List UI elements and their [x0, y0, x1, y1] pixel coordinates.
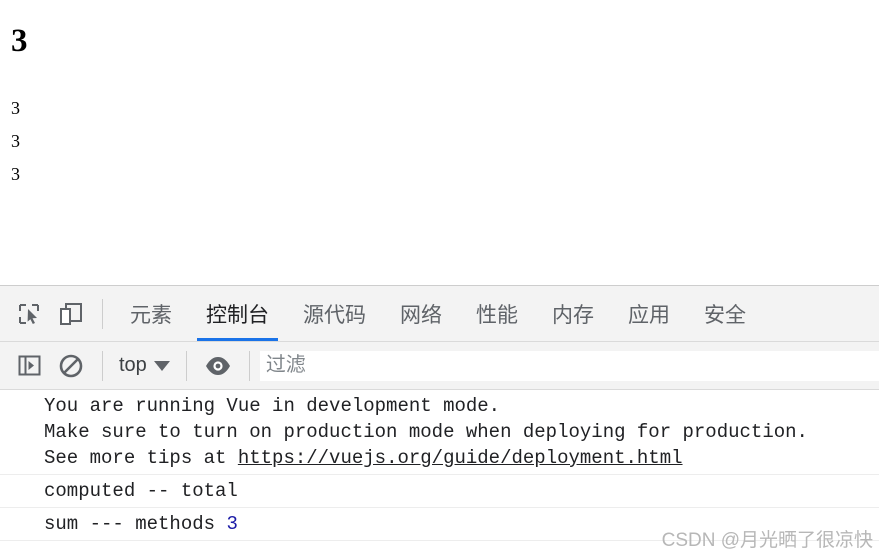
tab-label: 应用: [628, 303, 670, 327]
live-expression-eye-icon[interactable]: [197, 345, 239, 387]
tab-label: 元素: [130, 303, 172, 327]
tab-label: 控制台: [206, 303, 269, 327]
toolbar-divider: [102, 350, 103, 381]
tab-security[interactable]: 安全: [687, 286, 763, 341]
console-message-line: sum --- methods 3: [0, 511, 879, 537]
list-item: 3: [11, 98, 20, 118]
page-heading: 3: [11, 23, 28, 59]
tab-performance[interactable]: 性能: [459, 286, 535, 341]
toolbar-divider: [102, 298, 103, 329]
console-context-selector[interactable]: top: [113, 354, 176, 377]
console-message-sum-methods[interactable]: sum --- methods 3: [0, 508, 879, 541]
message-text: See more tips at: [44, 447, 238, 469]
chevron-down-icon: [153, 360, 170, 371]
vuejs-deployment-link[interactable]: https://vuejs.org/guide/deployment.html: [238, 447, 683, 469]
devtools-tabbar: 元素 控制台 源代码 网络 性能 内存 应用 安全: [0, 286, 879, 342]
console-sidebar-toggle-icon[interactable]: [8, 345, 50, 387]
tab-label: 内存: [552, 303, 594, 327]
toolbar-divider: [185, 350, 187, 381]
toolbar-divider: [248, 350, 250, 381]
tab-label: 安全: [704, 303, 746, 327]
console-message-line: Make sure to turn on production mode whe…: [44, 421, 808, 443]
list-item: 3: [11, 131, 20, 151]
tab-memory[interactable]: 内存: [535, 286, 611, 341]
tab-label: 源代码: [303, 303, 366, 327]
tab-network[interactable]: 网络: [383, 286, 459, 341]
list-item: 3: [11, 164, 20, 184]
clear-console-icon[interactable]: [50, 345, 92, 387]
console-message-line: See more tips at https://vuejs.org/guide…: [0, 445, 879, 471]
console-message-line: computed -- total: [44, 480, 238, 502]
tab-elements[interactable]: 元素: [113, 286, 189, 341]
message-number-token: 3: [226, 513, 238, 535]
page-output-list: 3 3 3: [11, 92, 20, 191]
console-message-list[interactable]: You are running Vue in development mode.…: [0, 390, 879, 557]
tab-application[interactable]: 应用: [611, 286, 687, 341]
context-label: top: [119, 354, 147, 376]
tab-label: 性能: [476, 303, 518, 327]
tab-console[interactable]: 控制台: [189, 286, 286, 341]
inspect-element-icon[interactable]: [8, 293, 50, 335]
devtools-panel: 元素 控制台 源代码 网络 性能 内存 应用 安全 top 过滤 You are…: [0, 285, 879, 558]
tab-label: 网络: [400, 303, 442, 327]
tab-sources[interactable]: 源代码: [286, 286, 383, 341]
console-message-line: You are running Vue in development mode.: [44, 395, 501, 417]
console-filter-toolbar: top: [0, 342, 879, 390]
message-text: sum --- methods: [44, 513, 227, 535]
console-message-vue-dev-warning[interactable]: You are running Vue in development mode.…: [0, 390, 879, 475]
device-toolbar-icon[interactable]: [50, 293, 92, 335]
console-filter-input[interactable]: [259, 350, 879, 381]
rendered-page-area: 3 3 3 3: [0, 0, 879, 285]
console-message-computed-total[interactable]: computed -- total: [0, 475, 879, 508]
